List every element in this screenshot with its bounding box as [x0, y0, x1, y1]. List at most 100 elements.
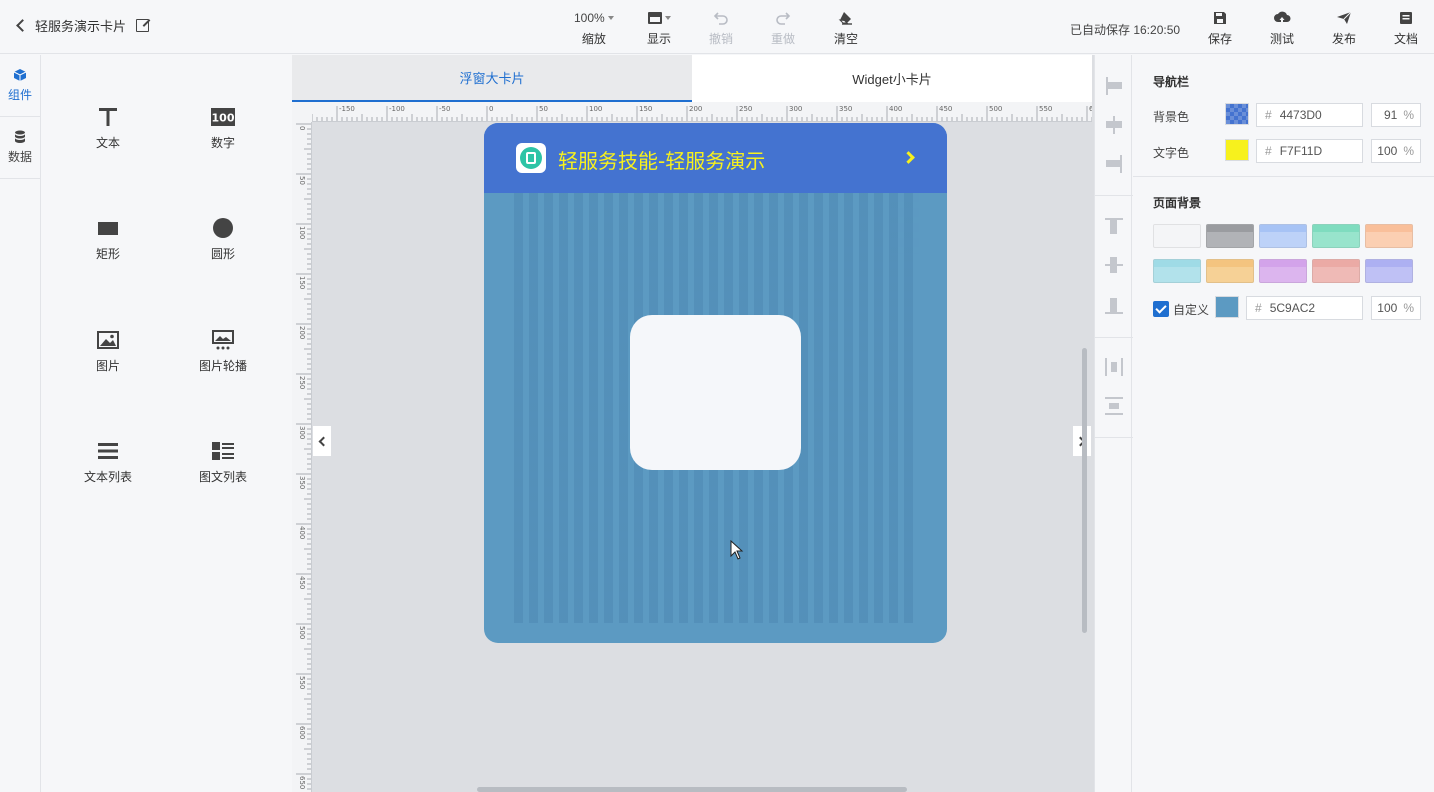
ruler-label: -150: [339, 105, 355, 113]
ruler-label: -100: [389, 105, 405, 113]
align-center-horizontal-icon[interactable]: [1105, 116, 1123, 134]
carousel-icon: [212, 330, 234, 350]
ruler-label: 550: [298, 676, 306, 689]
save-button[interactable]: 保存: [1208, 10, 1232, 47]
ruler-label: 200: [689, 105, 702, 113]
tab-floating-card[interactable]: 浮窗大卡片: [292, 55, 692, 102]
text-color-swatch[interactable]: [1225, 139, 1249, 161]
ruler-label: 100: [589, 105, 602, 113]
component-text-list[interactable]: 文本列表: [58, 440, 158, 485]
custom-bg-hex-input[interactable]: #5C9AC2: [1246, 296, 1363, 320]
ruler-label: 300: [298, 426, 306, 439]
component-text-list-label: 文本列表: [83, 470, 132, 484]
vertical-scrollbar[interactable]: [1082, 348, 1087, 633]
distribute-horizontal-icon[interactable]: [1105, 358, 1123, 376]
component-image-label: 图片: [95, 359, 120, 373]
database-icon: [15, 130, 25, 143]
docs-button[interactable]: 文档: [1394, 10, 1418, 47]
docs-label: 文档: [1394, 32, 1419, 46]
chevron-right-icon: [902, 151, 915, 164]
align-top-icon[interactable]: [1105, 217, 1123, 235]
left-tab-bar: 组件 数据: [0, 55, 41, 792]
ruler-label: 600: [298, 726, 306, 739]
align-bottom-icon[interactable]: [1105, 297, 1123, 315]
ruler-label: 100: [298, 226, 306, 239]
ruler-label: 650: [298, 776, 306, 789]
component-number[interactable]: 100 数字: [173, 106, 273, 151]
text-color-label: 文字色: [1153, 146, 1190, 160]
page-bg-preset-2[interactable]: [1206, 224, 1254, 248]
component-rectangle[interactable]: 矩形: [58, 217, 158, 262]
display-button[interactable]: 显示: [647, 10, 671, 47]
collapse-left-panel-button[interactable]: [313, 426, 331, 456]
tab-widget-card[interactable]: Widget小卡片: [692, 55, 1092, 102]
align-center-vertical-icon[interactable]: [1105, 256, 1123, 274]
custom-bg-checkbox[interactable]: [1153, 301, 1169, 317]
redo-label: 重做: [771, 32, 796, 46]
caret-down-icon: [664, 16, 671, 20]
ruler-label: 250: [298, 376, 306, 389]
ruler-label: 250: [739, 105, 752, 113]
custom-bg-opacity-input[interactable]: 100%: [1371, 296, 1421, 320]
component-image-list[interactable]: 图文列表: [173, 440, 273, 485]
distribute-vertical-icon[interactable]: [1105, 397, 1123, 415]
page-bg-preset-10[interactable]: [1365, 259, 1413, 283]
ruler-label: 400: [889, 105, 902, 113]
redo-icon: [776, 12, 791, 25]
back-button[interactable]: 轻服务演示卡片: [14, 16, 150, 35]
component-image[interactable]: 图片: [58, 329, 158, 374]
app-logo-icon: [516, 143, 546, 173]
card-nav-bar[interactable]: 轻服务技能-轻服务演示: [484, 123, 947, 193]
page-bg-preset-5[interactable]: [1365, 224, 1413, 248]
ruler-label: 150: [298, 276, 306, 289]
image-placeholder[interactable]: [630, 315, 801, 470]
tab-components[interactable]: 组件: [0, 55, 40, 117]
page-bg-preset-1[interactable]: [1153, 224, 1201, 248]
text-color-opacity-input[interactable]: 100%: [1371, 139, 1421, 163]
ruler-label: 200: [298, 326, 306, 339]
custom-bg-label: 自定义: [1173, 303, 1210, 317]
card-preview[interactable]: 轻服务技能-轻服务演示: [484, 123, 947, 643]
page-bg-preset-3[interactable]: [1259, 224, 1307, 248]
text-color-hex-input[interactable]: # F7F11D: [1256, 139, 1363, 163]
test-label: 测试: [1270, 32, 1295, 46]
tab-data[interactable]: 数据: [0, 117, 40, 179]
bg-color-swatch[interactable]: [1225, 103, 1249, 125]
page-bg-preset-4[interactable]: [1312, 224, 1360, 248]
undo-icon: [713, 12, 728, 25]
redo-button[interactable]: 重做: [771, 10, 795, 47]
circle-icon: [213, 218, 233, 238]
align-right-icon[interactable]: [1105, 155, 1123, 173]
page-bg-preset-6[interactable]: [1153, 259, 1201, 283]
align-left-icon[interactable]: [1105, 77, 1123, 95]
project-title: 轻服务演示卡片: [35, 19, 127, 34]
component-text[interactable]: 文本: [58, 106, 158, 151]
cloud-upload-icon: [1274, 11, 1291, 23]
component-number-label: 数字: [210, 136, 235, 150]
bg-color-opacity-input[interactable]: 91%: [1371, 103, 1421, 127]
text-icon: [99, 108, 117, 126]
edit-icon[interactable]: [136, 19, 150, 32]
component-carousel-label: 图片轮播: [198, 359, 247, 373]
custom-bg-swatch[interactable]: [1215, 296, 1239, 318]
ruler-label: 400: [298, 526, 306, 539]
save-icon: [1214, 12, 1226, 24]
image-list-icon: [212, 442, 234, 460]
page-bg-preset-9[interactable]: [1312, 259, 1360, 283]
send-icon: [1337, 11, 1352, 24]
component-circle[interactable]: 圆形: [173, 217, 273, 262]
undo-button[interactable]: 撤销: [709, 10, 733, 47]
ruler-label: 50: [298, 176, 306, 185]
test-button[interactable]: 测试: [1270, 10, 1294, 47]
page-bg-preset-7[interactable]: [1206, 259, 1254, 283]
component-carousel[interactable]: 图片轮播: [173, 329, 273, 374]
ruler-label: 0: [489, 105, 493, 113]
component-image-list-label: 图文列表: [198, 470, 247, 484]
clear-button[interactable]: 清空: [834, 10, 858, 47]
number-icon: 100: [211, 108, 235, 126]
publish-button[interactable]: 发布: [1332, 10, 1356, 47]
page-bg-preset-8[interactable]: [1259, 259, 1307, 283]
horizontal-scrollbar[interactable]: [477, 787, 907, 792]
zoom-control[interactable]: 100% 缩放: [574, 10, 614, 47]
bg-color-hex-input[interactable]: #4473D0: [1256, 103, 1363, 127]
